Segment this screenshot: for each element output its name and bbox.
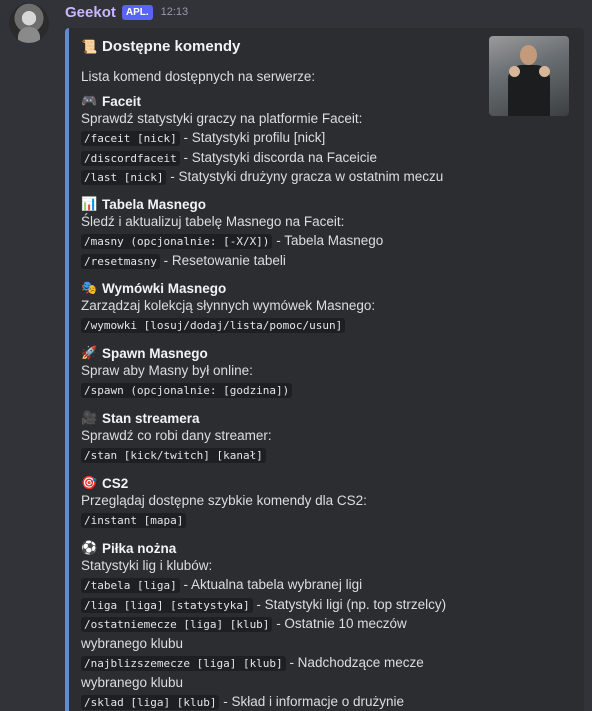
app-badge: APL. xyxy=(121,4,153,20)
masks-icon: 🎭 xyxy=(81,280,98,295)
field-description: Przeglądaj dostępne szybkie komendy dla … xyxy=(81,493,367,508)
field-title: 🚀 Spawn Masnego xyxy=(81,344,501,362)
command-code: /ostatniemecze [liga] [klub] xyxy=(81,617,273,633)
field-title: ⚽ Piłka nożna xyxy=(81,539,501,557)
embed-title-text: Dostępne komendy xyxy=(102,38,241,55)
command-description: - Statystyki drużyny gracza w ostatnim m… xyxy=(166,169,444,185)
command-line: /liga [liga] [statystyka] - Statystyki l… xyxy=(81,596,501,616)
command-line: /ostatniemecze [liga] [klub] - Ostatnie … xyxy=(81,615,451,654)
field-title-text: Tabela Masnego xyxy=(102,196,207,212)
field-description: Spraw aby Masny był online: xyxy=(81,363,253,378)
field-wymowki-masnego: 🎭 Wymówki Masnego Zarządzaj kolekcją sły… xyxy=(81,279,501,336)
command-line: /faceit [nick] - Statystyki profilu [nic… xyxy=(81,129,501,149)
field-title-text: Piłka nożna xyxy=(102,540,177,556)
command-code: /resetmasny xyxy=(81,253,160,269)
gamepad-icon: 🎮 xyxy=(81,93,98,108)
target-icon: 🎯 xyxy=(81,475,98,490)
bot-avatar[interactable] xyxy=(9,3,49,43)
command-description: - Statystyki discorda na Faceicie xyxy=(179,149,378,165)
username[interactable]: Geekot xyxy=(65,4,116,21)
field-pilka-nozna: ⚽ Piłka nożna Statystyki lig i klubów: /… xyxy=(81,539,501,711)
field-title-text: Stan streamera xyxy=(102,410,200,426)
command-line: /stan [kick/twitch] [kanał] xyxy=(81,446,501,466)
field-title-text: Faceit xyxy=(102,93,142,109)
message-header: Geekot APL. 12:13 xyxy=(65,3,188,21)
field-description: Sprawdź co robi dany streamer: xyxy=(81,428,272,443)
command-line: /tabela [liga] - Aktualna tabela wybrane… xyxy=(81,576,501,596)
rocket-icon: 🚀 xyxy=(81,345,98,360)
embed-thumbnail[interactable] xyxy=(489,36,569,116)
command-code: /wymowki [losuj/dodaj/lista/pomoc/usun] xyxy=(81,317,346,333)
command-line: /najblizszemecze [liga] [klub] - Nadchod… xyxy=(81,654,451,693)
command-code: /liga [liga] [statystyka] xyxy=(81,597,253,613)
field-spawn-masnego: 🚀 Spawn Masnego Spraw aby Masny był onli… xyxy=(81,344,501,401)
command-code: /najblizszemecze [liga] [klub] xyxy=(81,655,286,671)
field-title-text: Spawn Masnego xyxy=(102,345,208,361)
field-stan-streamera: 🎥 Stan streamera Sprawdź co robi dany st… xyxy=(81,409,501,466)
embed: 📜 Dostępne komendy Lista komend dostępny… xyxy=(65,28,584,711)
field-description: Śledź i aktualizuj tabelę Masnego na Fac… xyxy=(81,214,345,229)
command-code: /spawn (opcjonalnie: [godzina]) xyxy=(81,382,293,398)
command-line: /resetmasny - Resetowanie tabeli xyxy=(81,252,501,272)
field-title: 📊 Tabela Masnego xyxy=(81,195,501,213)
field-faceit: 🎮 Faceit Sprawdź statystyki graczy na pl… xyxy=(81,92,501,188)
field-title-text: Wymówki Masnego xyxy=(102,280,227,296)
command-line: /sklad [liga] [klub] - Skład i informacj… xyxy=(81,693,501,711)
command-line: /last [nick] - Statystyki drużyny gracza… xyxy=(81,168,501,188)
embed-title: 📜 Dostępne komendy xyxy=(81,38,240,55)
command-description: - Aktualna tabela wybranej ligi xyxy=(179,576,363,592)
camera-icon: 🎥 xyxy=(81,410,98,425)
command-description: - Resetowanie tabeli xyxy=(159,252,286,268)
field-cs2: 🎯 CS2 Przeglądaj dostępne szybkie komend… xyxy=(81,474,501,531)
field-title: 🎥 Stan streamera xyxy=(81,409,501,427)
embed-description: Lista komend dostępnych na serwerze: xyxy=(81,69,316,84)
command-code: /sklad [liga] [klub] xyxy=(81,694,220,710)
field-description: Zarządzaj kolekcją słynnych wymówek Masn… xyxy=(81,298,376,313)
command-description: - Tabela Masnego xyxy=(272,232,384,248)
field-title-text: CS2 xyxy=(102,475,129,491)
soccer-ball-icon: ⚽ xyxy=(81,540,98,555)
command-line: /masny (opcjonalnie: [-X/X]) - Tabela Ma… xyxy=(81,232,501,252)
field-title: 🎭 Wymówki Masnego xyxy=(81,279,501,297)
command-description: - Statystyki profilu [nick] xyxy=(179,129,326,145)
field-description: Sprawdź statystyki graczy na platformie … xyxy=(81,111,363,126)
command-code: /last [nick] xyxy=(81,170,167,186)
command-line: /discordfaceit - Statystyki discorda na … xyxy=(81,149,501,169)
bar-chart-icon: 📊 xyxy=(81,196,98,211)
bot-message: Geekot APL. 12:13 📜 Dostępne komendy Lis… xyxy=(0,0,592,711)
field-tabela-masnego: 📊 Tabela Masnego Śledź i aktualizuj tabe… xyxy=(81,195,501,271)
command-code: /masny (opcjonalnie: [-X/X]) xyxy=(81,233,273,249)
field-title: 🎯 CS2 xyxy=(81,474,501,492)
command-code: /faceit [nick] xyxy=(81,130,180,146)
scroll-icon: 📜 xyxy=(81,38,98,54)
command-description: - Statystyki ligi (np. top strzelcy) xyxy=(252,596,447,612)
command-line: /wymowki [losuj/dodaj/lista/pomoc/usun] xyxy=(81,316,501,336)
command-line: /instant [mapa] xyxy=(81,511,501,531)
field-title: 🎮 Faceit xyxy=(81,92,501,110)
field-description: Statystyki lig i klubów: xyxy=(81,558,213,573)
command-code: /discordfaceit xyxy=(81,150,180,166)
command-line: /spawn (opcjonalnie: [godzina]) xyxy=(81,381,501,401)
command-description: - Skład i informacje o drużynie xyxy=(219,693,405,709)
command-code: /tabela [liga] xyxy=(81,577,180,593)
command-code: /stan [kick/twitch] [kanał] xyxy=(81,447,266,463)
timestamp[interactable]: 12:13 xyxy=(161,6,189,18)
command-code: /instant [mapa] xyxy=(81,512,187,528)
